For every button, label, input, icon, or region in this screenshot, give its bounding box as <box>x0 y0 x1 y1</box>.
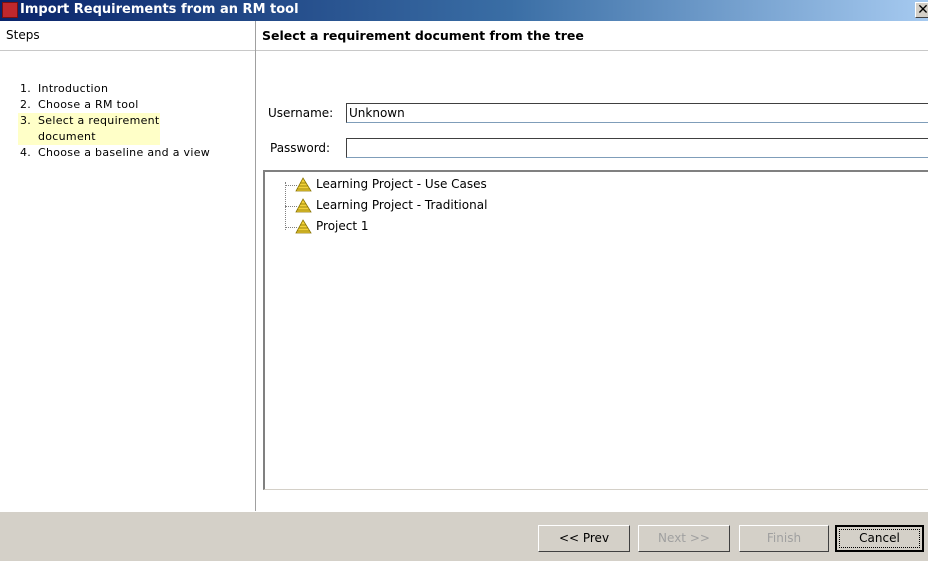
window-title: Import Requirements from an RM tool <box>20 2 299 17</box>
close-icon: ✕ <box>917 2 928 18</box>
tree-item-label: Project 1 <box>316 219 369 233</box>
step-number: 4. <box>20 146 32 159</box>
step-number: 3. <box>20 114 32 127</box>
cancel-button[interactable]: Cancel <box>835 525 924 552</box>
next-button[interactable]: Next >> <box>638 525 730 552</box>
username-label: Username: <box>268 106 334 120</box>
steps-header: Steps <box>0 21 255 51</box>
requirement-tree[interactable]: Learning Project - Use Cases Learning Pr… <box>263 170 928 490</box>
step-list: 1. Introduction 2. Choose a RM tool 3. S… <box>0 81 248 161</box>
tree-item-label: Learning Project - Use Cases <box>316 177 487 191</box>
step-label: Choose a RM tool <box>38 98 139 111</box>
step-item-choose-baseline: 4. Choose a baseline and a view <box>18 145 248 161</box>
username-field[interactable]: Unknown <box>346 103 928 123</box>
project-pyramid-icon <box>295 177 312 192</box>
password-field[interactable] <box>346 138 928 158</box>
step-label: Choose a baseline and a view <box>38 146 211 159</box>
step-number: 1. <box>20 82 32 95</box>
title-bar: Import Requirements from an RM tool ✕ <box>0 0 928 21</box>
page-title: Select a requirement document from the t… <box>262 28 584 43</box>
steps-panel: Steps 1. Introduction 2. Choose a RM too… <box>0 21 256 511</box>
prev-button[interactable]: << Prev <box>538 525 630 552</box>
step-label: Select a requirement document <box>38 114 160 143</box>
steps-header-label: Steps <box>6 28 40 42</box>
project-pyramid-icon <box>295 219 312 234</box>
finish-button[interactable]: Finish <box>739 525 829 552</box>
step-number: 2. <box>20 98 32 111</box>
button-bar: << Prev Next >> Finish Cancel <box>0 511 928 561</box>
cancel-button-label: Cancel <box>839 529 920 548</box>
password-label: Password: <box>270 141 331 155</box>
step-item-select-document: 3. Select a requirement document <box>18 113 160 145</box>
app-icon <box>2 2 18 18</box>
step-label: Introduction <box>38 82 109 95</box>
tree-item-label: Learning Project - Traditional <box>316 198 488 212</box>
step-item-choose-rm-tool: 2. Choose a RM tool <box>18 97 248 113</box>
content-header: Select a requirement document from the t… <box>256 21 928 51</box>
project-pyramid-icon <box>295 198 312 213</box>
close-button[interactable]: ✕ <box>915 2 928 18</box>
step-item-introduction: 1. Introduction <box>18 81 248 97</box>
